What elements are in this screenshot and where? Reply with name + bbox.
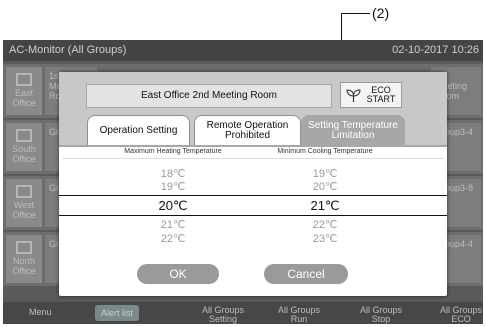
zone-tile[interactable]: South Office xyxy=(6,123,42,171)
app-datetime: 02-10-2017 10:26 xyxy=(392,44,479,56)
zone-icon xyxy=(16,241,32,254)
zone-label: West Office xyxy=(12,200,36,220)
menu-button[interactable]: Menu xyxy=(29,308,52,317)
zone-tile[interactable]: North Office xyxy=(6,235,42,283)
heating-option[interactable]: 22℃ xyxy=(93,232,253,245)
app-title-bar: AC-Monitor (All Groups) 02-10-2017 10:26 xyxy=(3,40,483,61)
leaf-icon xyxy=(346,89,361,102)
bottom-toolbar: Menu Alert list All Groups Setting All G… xyxy=(3,302,483,324)
all-groups-stop-button[interactable]: All Groups Stop xyxy=(359,306,403,324)
cooling-option[interactable]: 19℃ xyxy=(245,167,405,180)
zone-label: East Office xyxy=(12,88,36,108)
eco-start-label: ECO START xyxy=(366,85,396,104)
selection-line-bottom xyxy=(59,215,447,216)
zone-label: South Office xyxy=(12,144,36,164)
eco-start-button[interactable]: ECO START xyxy=(340,82,402,108)
alert-list-button[interactable]: Alert list xyxy=(95,305,139,321)
cooling-option[interactable]: 20℃ xyxy=(245,180,405,193)
tab-operation-setting[interactable]: Operation Setting xyxy=(87,115,190,145)
heating-option[interactable]: 19℃ xyxy=(93,180,253,193)
tab-underline xyxy=(59,145,447,147)
room-title: East Office 2nd Meeting Room xyxy=(86,84,332,108)
heating-option[interactable]: 21℃ xyxy=(93,218,253,231)
ok-button[interactable]: OK xyxy=(137,264,219,284)
all-groups-run-button[interactable]: All Groups Run xyxy=(277,306,321,324)
dialog-header: East Office 2nd Meeting Room ECO START Op… xyxy=(59,72,447,146)
heating-option[interactable]: 18℃ xyxy=(93,167,253,180)
zone-icon xyxy=(16,129,32,142)
callout-leader-line xyxy=(341,13,370,14)
zone-tile[interactable]: East Office xyxy=(6,67,42,115)
all-groups-eco-button[interactable]: All Groups ECO xyxy=(439,306,483,324)
app-title: AC-Monitor (All Groups) xyxy=(9,44,127,56)
tab-setting-temperature-limitation[interactable]: Setting Temperature Limitation xyxy=(301,115,405,145)
heating-column-header: Maximum Heating Temperature xyxy=(124,148,222,155)
cooling-option[interactable]: 23℃ xyxy=(245,232,405,245)
heating-selected-value[interactable]: 20℃ xyxy=(93,198,253,214)
cancel-button[interactable]: Cancel xyxy=(264,264,348,284)
cooling-option[interactable]: 22℃ xyxy=(245,218,405,231)
all-groups-setting-button[interactable]: All Groups Setting xyxy=(201,306,245,324)
header-divider xyxy=(62,158,444,159)
zone-tile[interactable]: West Office xyxy=(6,179,42,227)
callout-label: (2) xyxy=(372,5,390,21)
temperature-limit-dialog: East Office 2nd Meeting Room ECO START Op… xyxy=(59,72,447,296)
cooling-column-header: Minimum Cooling Temperature xyxy=(277,148,373,155)
zone-icon xyxy=(16,73,32,86)
zone-label: North Office xyxy=(12,256,36,276)
cooling-selected-value[interactable]: 21℃ xyxy=(245,198,405,214)
tab-remote-operation-prohibited[interactable]: Remote Operation Prohibited xyxy=(194,115,301,145)
selection-line-top xyxy=(59,195,447,196)
zone-icon xyxy=(16,185,32,198)
